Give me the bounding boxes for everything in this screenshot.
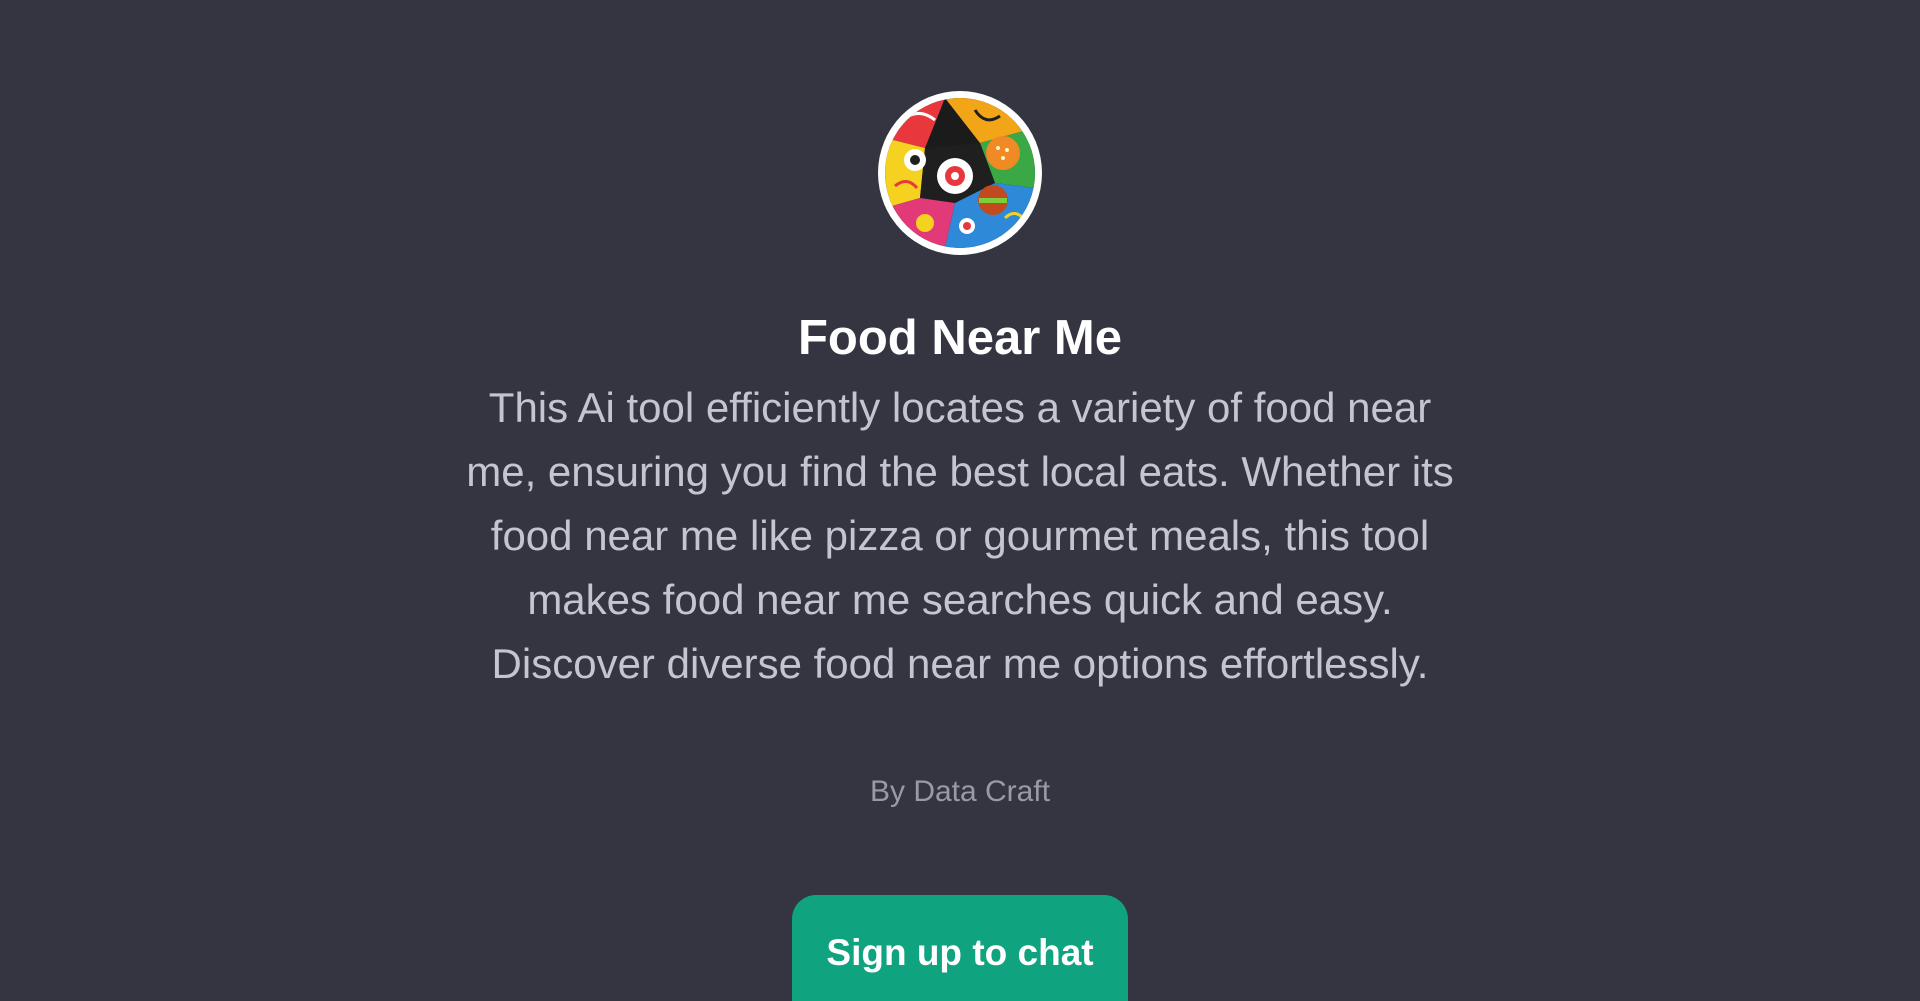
gpt-description: This Ai tool efficiently locates a varie… (466, 384, 1454, 687)
signup-button-label: Sign up to chat (826, 932, 1094, 973)
avatar (878, 91, 1042, 255)
author-byline: By Data Craft (869, 775, 1051, 808)
gpt-landing-page: Food Near Me This Ai tool efficiently lo… (0, 0, 1920, 1001)
food-collage-icon (885, 98, 1035, 248)
page-title: Food Near Me (798, 311, 1122, 365)
signup-button[interactable]: Sign up to chat (792, 895, 1128, 1001)
